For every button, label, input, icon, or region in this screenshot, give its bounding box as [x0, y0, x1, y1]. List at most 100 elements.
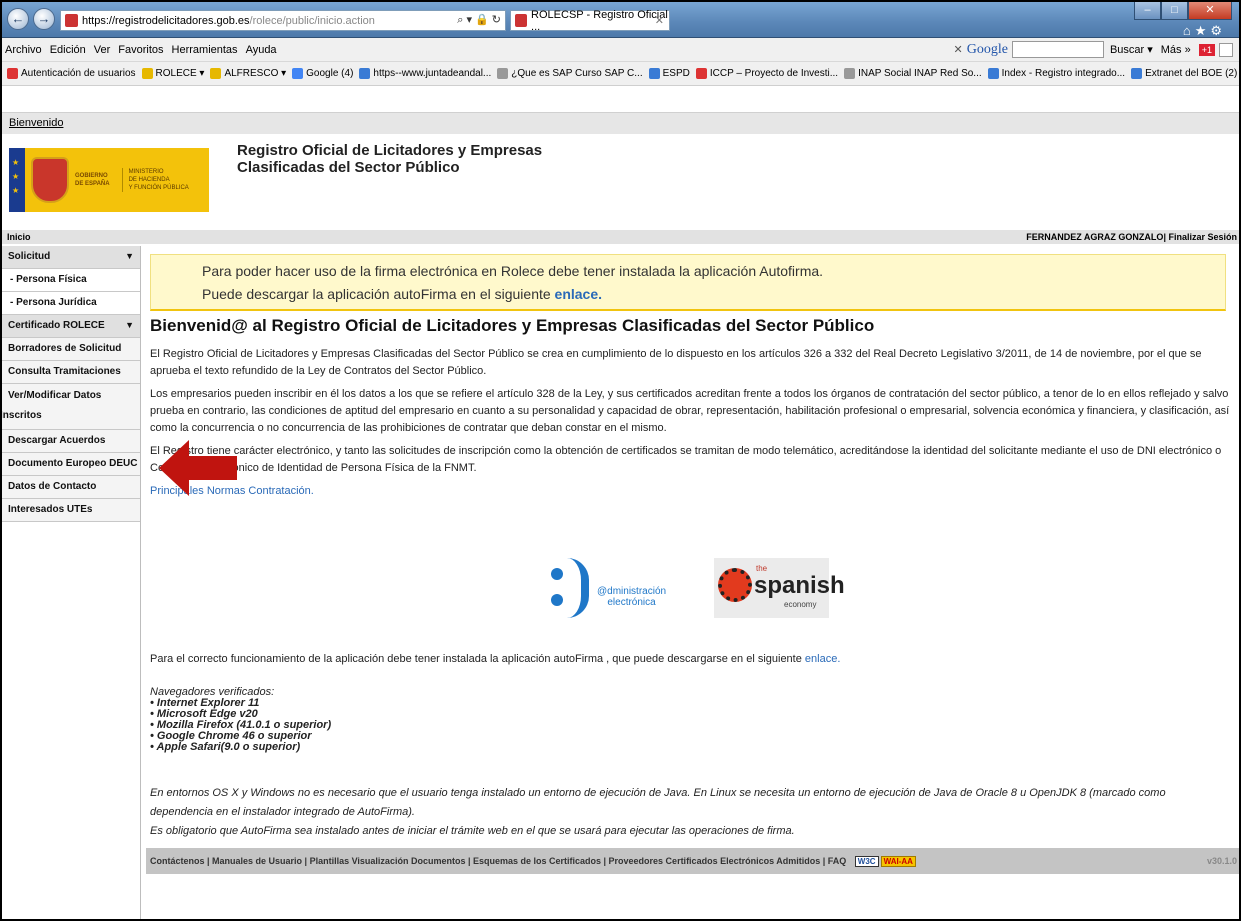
google-buscar-button[interactable]: Buscar ▾: [1110, 43, 1153, 56]
sidebar-item-label: Interesados UTEs: [8, 504, 93, 515]
favorite-label: ICCP – Proyecto de Investi...: [709, 68, 839, 79]
list-item: Apple Safari(9.0 o superior): [150, 742, 331, 753]
google-checkbox-icon[interactable]: [1219, 42, 1233, 57]
sidebar-item-label: - Persona Física: [10, 274, 87, 285]
title-line-1: Registro Oficial de Licitadores y Empres…: [237, 142, 543, 159]
sidebar-item-descargar[interactable]: Descargar Acuerdos: [0, 430, 140, 453]
favorite-item[interactable]: ICCP – Proyecto de Investi...: [695, 68, 839, 79]
address-actions-icon[interactable]: ⌕ ▾ 🔒 ↻: [457, 13, 501, 27]
menu-favoritos[interactable]: Favoritos: [118, 44, 163, 56]
alert-download-link[interactable]: enlace.: [555, 286, 602, 302]
sidebar-item-deuc[interactable]: Documento Europeo DEUC: [0, 453, 140, 476]
url-domain: https://registrodelicitadores.gob.es: [82, 14, 250, 27]
java-notes: En entornos OS X y Windows no es necesar…: [150, 784, 1230, 841]
user-name: FERNANDEZ AGRAZ GONZALO: [1026, 232, 1164, 242]
welcome-bar: Bienvenido: [0, 112, 1241, 134]
menu-archivo[interactable]: Archivo: [5, 44, 42, 56]
favorite-icon: [695, 68, 707, 79]
forward-icon[interactable]: →: [33, 8, 55, 30]
google-search-input[interactable]: [1011, 41, 1104, 58]
settings-gear-icon[interactable]: ⚙: [1210, 23, 1226, 38]
gobierno-logo: GOBIERNO DE ESPAÑA MINISTERIO DE HACIEND…: [9, 148, 209, 212]
sidebar-item-label: Inscritos: [0, 410, 42, 421]
autofirma-text: Para el correcto funcionamiento de la ap…: [150, 653, 805, 665]
favorite-item[interactable]: ¿Que es SAP Curso SAP C...: [497, 68, 643, 79]
paragraph-3: El Registro tiene carácter electrónico, …: [150, 445, 1222, 474]
favorites-bar: Autenticación de usuarios ROLECE ▾ ALFRESC…: [0, 62, 1241, 86]
maximize-icon[interactable]: □: [1161, 1, 1188, 20]
wai-aa-badge[interactable]: W3C WAI-AA: [854, 848, 916, 875]
version-label: v30.1.0: [1206, 856, 1237, 866]
favorite-icon: [987, 68, 999, 79]
breadcrumb-inicio[interactable]: Inicio: [7, 232, 31, 242]
sidebar-item-persona-juridica[interactable]: - Persona Jurídica: [0, 292, 140, 315]
google-close-icon[interactable]: ✕: [954, 43, 963, 56]
page-header: GOBIERNO DE ESPAÑA MINISTERIO DE HACIEND…: [0, 134, 1241, 230]
favorite-label: https--www.juntadeandal...: [373, 68, 492, 79]
favorite-label: INAP Social INAP Red So...: [858, 68, 982, 79]
favorite-item[interactable]: Index - Registro integrado...: [987, 68, 1126, 79]
sidebar-item-consulta[interactable]: Consulta Tramitaciones: [0, 361, 140, 384]
sidebar-item-certificado[interactable]: Certificado ROLECE ▼: [0, 315, 140, 338]
wai-label: WAI-AA: [880, 856, 916, 868]
address-bar[interactable]: https://registrodelicitadores.gob.es/rol…: [60, 10, 506, 31]
favorite-icon: [844, 68, 856, 79]
favorite-item[interactable]: https--www.juntadeandal...: [359, 68, 491, 79]
favorite-icon: [648, 68, 660, 79]
sidebar-item-solicitud[interactable]: Solicitud ▼: [0, 246, 140, 269]
footer-links[interactable]: Contáctenos | Manuales de Usuario | Plan…: [150, 856, 846, 866]
home-icon[interactable]: ⌂: [1183, 23, 1195, 38]
administracion-electronica-logo[interactable]: @dministración electrónica: [549, 558, 679, 618]
tab-favicon-icon: [515, 14, 528, 27]
menu-ver[interactable]: Ver: [94, 44, 111, 56]
sidebar-item-label: Documento Europeo DEUC: [8, 458, 138, 469]
favorite-item[interactable]: ROLECE ▾: [141, 68, 205, 79]
spanish-economy-logo[interactable]: the spanish economy: [714, 558, 845, 618]
back-icon[interactable]: ←: [7, 8, 29, 30]
favorite-item[interactable]: ALFRESCO ▾: [210, 68, 286, 79]
menu-ayuda[interactable]: Ayuda: [246, 44, 277, 56]
sidebar-item-borradores[interactable]: Borradores de Solicitud: [0, 338, 140, 361]
title-line-2: Clasificadas del Sector Público: [237, 159, 460, 176]
autofirma-link[interactable]: enlace.: [805, 653, 840, 665]
favorites-star-icon[interactable]: ★: [1195, 23, 1211, 38]
favorite-label: Index - Registro integrado...: [1001, 68, 1126, 79]
autofirma-note: Para el correcto funcionamiento de la ap…: [150, 653, 840, 665]
window-controls: – □ ✕: [1134, 1, 1232, 20]
browsers-list: Internet Explorer 11 Microsoft Edge v20 …: [150, 698, 332, 753]
favorite-label: ¿Que es SAP Curso SAP C...: [511, 68, 643, 79]
favorite-item[interactable]: Google (4): [292, 68, 353, 79]
welcome-link[interactable]: Bienvenido: [9, 117, 63, 129]
spanish-main: spanish: [754, 572, 845, 599]
site-favicon-icon: [65, 14, 78, 27]
browser-tab[interactable]: ROLECSP - Registro Oficial ... ✕: [510, 9, 670, 33]
menu-edicion[interactable]: Edición: [50, 44, 86, 56]
sidebar-item-label: Ver/Modificar Datos: [8, 390, 102, 401]
sidebar-item-contacto[interactable]: Datos de Contacto: [0, 476, 140, 499]
favorite-icon: [292, 68, 304, 79]
favorite-label: ROLECE ▾: [155, 68, 205, 79]
sidebar-item-label: Descargar Acuerdos: [8, 435, 106, 446]
w3c-badge: W3C: [854, 856, 879, 868]
favorite-item[interactable]: INAP Social INAP Red So...: [844, 68, 982, 79]
tab-close-icon[interactable]: ✕: [655, 14, 664, 27]
favorite-label: Autenticación de usuarios: [21, 68, 136, 79]
coat-of-arms-icon: [31, 157, 69, 203]
favorite-icon: [141, 68, 153, 79]
sidebar-item-persona-fisica[interactable]: - Persona Física: [0, 269, 140, 292]
chevron-down-icon: ▼: [125, 320, 134, 330]
google-mas-button[interactable]: Más »: [1161, 44, 1191, 56]
close-window-icon[interactable]: ✕: [1188, 1, 1232, 20]
sidebar-item-ver-modificar[interactable]: Ver/Modificar Datos Inscritos: [0, 384, 140, 430]
admin-logo-text: @dministración electrónica: [597, 586, 667, 608]
favorite-item[interactable]: Extranet del BOE (2): [1131, 68, 1237, 79]
favorite-item[interactable]: ESPD: [648, 68, 690, 79]
sidebar-item-utes[interactable]: Interesados UTEs: [0, 499, 140, 522]
google-toolbar: ✕ Google Buscar ▾ Más » +1: [954, 41, 1233, 58]
logout-link[interactable]: Finalizar Sesión: [1168, 232, 1237, 242]
menu-herramientas[interactable]: Herramientas: [172, 44, 238, 56]
minimize-icon[interactable]: –: [1134, 1, 1161, 20]
google-plus-icon[interactable]: +1: [1198, 43, 1215, 56]
google-logo: Google: [966, 41, 1008, 57]
favorite-item[interactable]: Autenticación de usuarios: [7, 68, 136, 79]
